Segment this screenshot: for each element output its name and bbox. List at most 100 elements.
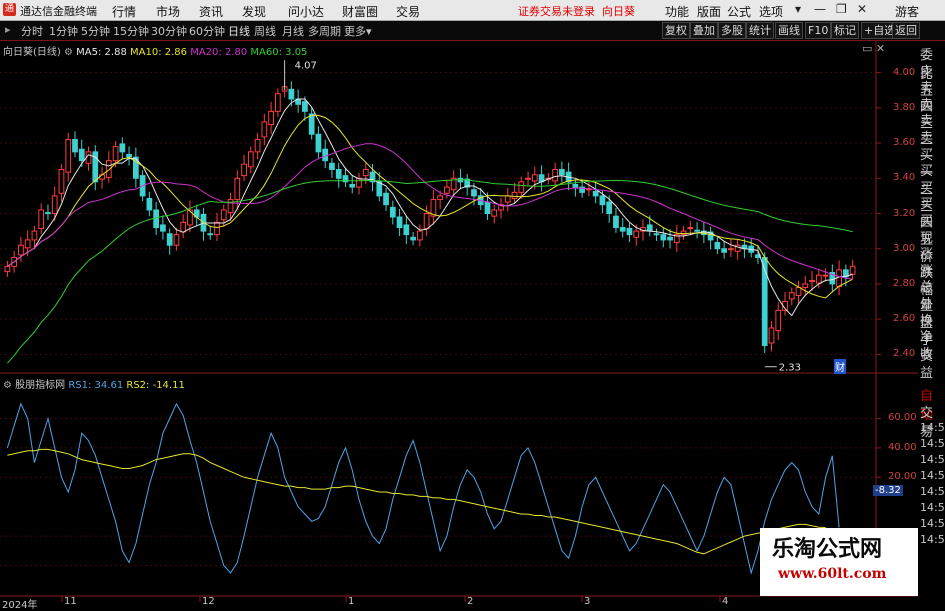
candle-body — [31, 230, 38, 241]
watermark-box: 乐淘公式网 www.60lt.com — [760, 528, 918, 596]
candle-body — [694, 229, 700, 232]
login-warning[interactable]: 证券交易未登录 向日葵 — [518, 3, 635, 19]
price-ytick-label: 2.40 — [893, 348, 916, 360]
price-panel-controls: ▭ ✕ — [862, 42, 885, 55]
btn-duogu[interactable]: 多股 — [718, 22, 746, 39]
menu-gongneng[interactable]: 功能 — [665, 3, 689, 20]
candle-body — [241, 163, 247, 177]
period-5min[interactable]: 5分钟 — [81, 23, 110, 39]
gear-icon[interactable]: ⚙ — [64, 47, 73, 58]
menu-xuanxiang[interactable]: 选项 — [759, 3, 783, 20]
candle-body — [416, 230, 423, 241]
xaxis-ticks — [61, 596, 721, 602]
period-monthly[interactable]: 月线 — [282, 23, 304, 39]
candle-body — [788, 292, 795, 300]
candle-body — [302, 101, 308, 112]
period-weekly[interactable]: 周线 — [254, 23, 276, 39]
maximize-panel-icon[interactable]: ▭ — [862, 42, 872, 55]
candle-body — [511, 191, 518, 200]
indicator-lines — [6, 402, 840, 575]
candle-body — [403, 224, 410, 236]
kline-chart[interactable]: 4.07 2.33 — [0, 41, 918, 609]
candle-body — [728, 248, 734, 251]
candle-body — [667, 236, 673, 241]
candle-series — [4, 80, 856, 353]
candle-body — [849, 265, 856, 275]
candle-body — [335, 168, 342, 179]
btn-biaoji[interactable]: 标记 — [831, 22, 859, 39]
time-8: 14:56 — [920, 533, 945, 546]
indicator-name: 股朋指标网 — [15, 380, 66, 391]
candle-body — [437, 195, 444, 200]
toolbar-arrow-icon[interactable]: ▸ — [5, 23, 11, 36]
stock-title: 向日葵(日线) — [3, 47, 61, 58]
period-more[interactable]: 更多▾ — [344, 23, 372, 39]
menu-faxian[interactable]: 发现 — [242, 3, 266, 20]
period-toolbar: ▸ 分时 1分钟 5分钟 15分钟 30分钟 60分钟 日线 周线 月线 多周期… — [0, 21, 945, 41]
btn-fuquan[interactable]: 复权 — [662, 22, 690, 39]
menu-hangqing[interactable]: 行情 — [112, 3, 136, 20]
time-7: 14:56 — [920, 517, 945, 530]
time-6: 14:56 — [920, 501, 945, 514]
close-panel-icon[interactable]: ✕ — [876, 42, 885, 55]
btn-f10[interactable]: F10 — [805, 22, 832, 39]
btn-huaxian[interactable]: 画线 — [775, 22, 803, 39]
time-5: 14:56 — [920, 485, 945, 498]
menu-bar: 通 通达信金融终端 行情 市场 资讯 发现 问小达 财富圈 交易 证券交易未登录… — [0, 0, 945, 21]
period-daily[interactable]: 日线 — [228, 23, 250, 39]
low-label: 2.33 — [779, 363, 801, 374]
minimize-icon[interactable]: — — [814, 2, 826, 16]
candle-body — [126, 154, 132, 158]
candle-body — [768, 327, 775, 344]
candle-body — [396, 216, 403, 229]
menu-zixun[interactable]: 资讯 — [199, 3, 223, 20]
menu-caifuquan[interactable]: 财富圈 — [342, 3, 378, 20]
candle-body — [680, 230, 687, 236]
candle-body — [18, 244, 24, 256]
candle-body — [626, 227, 633, 236]
period-15min[interactable]: 15分钟 — [113, 23, 149, 39]
close-icon[interactable]: ✕ — [857, 2, 867, 16]
candle-body — [558, 168, 565, 176]
menu-dropdown-icon[interactable]: ▾ — [795, 2, 801, 16]
candle-body — [65, 139, 72, 173]
xaxis-label: 4 — [722, 596, 729, 607]
price-ytick-label: 2.80 — [893, 277, 916, 289]
low-marker: 2.33 — [764, 363, 801, 374]
candle-body — [525, 177, 531, 180]
period-1min[interactable]: 1分钟 — [49, 23, 78, 39]
candle-body — [599, 195, 606, 206]
period-30min[interactable]: 30分钟 — [151, 23, 187, 39]
candle-body — [261, 121, 268, 138]
candle-body — [531, 174, 538, 182]
menu-gongshi[interactable]: 公式 — [727, 3, 751, 20]
btn-fanhui[interactable]: 返回 — [892, 22, 920, 39]
quote-side-panel: 委比 卖五 卖四 卖三 卖二 卖一 买一 买二 买三 买四 买五 现价 涨跌 涨… — [918, 42, 945, 609]
candle-body — [606, 201, 613, 215]
period-multi[interactable]: 多周期 — [308, 23, 341, 39]
period-fenshi[interactable]: 分时 — [21, 23, 43, 39]
menu-wenxiaoda[interactable]: 问小达 — [288, 3, 324, 20]
candle-body — [274, 93, 281, 112]
candle-body — [160, 224, 166, 232]
menu-shichang[interactable]: 市场 — [156, 3, 180, 20]
candle-body — [795, 286, 802, 296]
menu-jiaoyi[interactable]: 交易 — [396, 3, 420, 20]
period-60min[interactable]: 60分钟 — [189, 23, 225, 39]
finance-marker[interactable]: 财 — [834, 359, 846, 374]
restore-icon[interactable]: ❐ — [836, 2, 847, 16]
rs2-label: RS2: -14.11 — [126, 380, 185, 391]
btn-tongji[interactable]: 统计 — [746, 22, 774, 39]
btn-diejia[interactable]: 叠加 — [690, 22, 718, 39]
indicator-gear-icon[interactable]: ⚙ — [3, 380, 12, 391]
menu-banmian[interactable]: 版面 — [697, 3, 721, 20]
candle-body — [809, 279, 815, 282]
xaxis-label: 3 — [584, 596, 591, 607]
candle-body — [815, 274, 822, 284]
xaxis-label: 12 — [202, 596, 215, 607]
candle-body — [254, 139, 261, 153]
candle-body — [329, 162, 335, 170]
candle-body — [234, 177, 241, 200]
candle-body — [322, 148, 329, 162]
guest-login[interactable]: 游客 — [895, 3, 919, 20]
